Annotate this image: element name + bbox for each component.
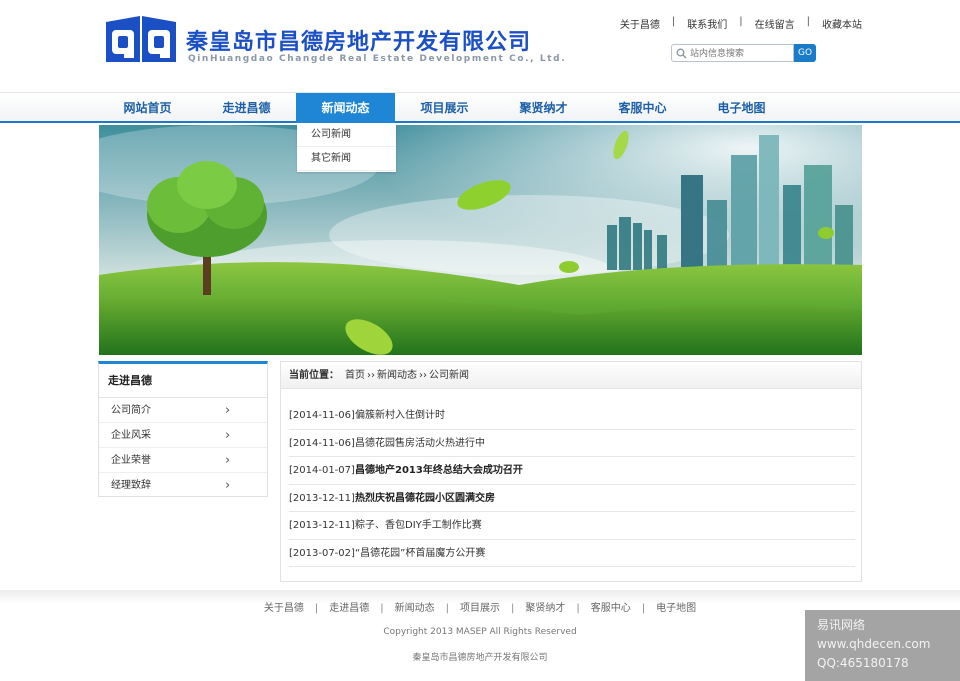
sidebar-item-style[interactable]: 企业风采 › [99, 423, 267, 448]
list-item: [2014-11-06] 偏簇新村入住倒计时 [289, 402, 855, 430]
footer-link-projects[interactable]: 项目展示 [460, 603, 500, 614]
separator: | [445, 603, 449, 614]
main-nav: 网站首页 走进昌德 新闻动态 项目展示 聚贤纳才 客服中心 电子地图 [0, 92, 960, 123]
news-title-link[interactable]: 昌德花园售房活动火热进行中 [355, 430, 485, 457]
chevron-right-icon: › [225, 403, 231, 418]
separator: | [576, 603, 580, 614]
news-title-link[interactable]: “昌德花园”杯首届魔方公开赛 [355, 540, 485, 567]
dropdown-item-company-news[interactable]: 公司新闻 [297, 123, 396, 147]
breadcrumb-separator: ›› [419, 370, 427, 381]
list-item: [2013-07-02] “昌德花园”杯首届魔方公开赛 [289, 540, 855, 567]
footer-link-service[interactable]: 客服中心 [591, 603, 631, 614]
separator: | [314, 603, 319, 614]
separator: | [641, 603, 646, 614]
nav-projects[interactable]: 项目展示 [395, 93, 494, 123]
sidebar-item-label: 公司简介 [111, 405, 151, 416]
site-search: GO [671, 44, 816, 62]
sidebar: 走进昌德 公司简介 › 企业风采 › 企业荣誉 › 经理致辞 › [98, 361, 268, 497]
nav-news[interactable]: 新闻动态 [296, 93, 395, 123]
logo-mark-icon [106, 16, 176, 62]
breadcrumb-company-news: 公司新闻 [429, 370, 469, 381]
nav-map[interactable]: 电子地图 [692, 93, 791, 123]
chevron-right-icon: › [225, 453, 231, 468]
chevron-right-icon: › [225, 478, 231, 493]
list-item: [2014-01-07] 昌德地产2013年终总结大会成功召开 [289, 457, 855, 485]
separator: | [511, 603, 515, 614]
watermark-line: QQ:465180178 [817, 656, 909, 670]
news-title-link[interactable]: 热烈庆祝昌德花园小区圆满交房 [355, 485, 495, 512]
site-logo[interactable]: 秦皇岛市昌德房地产开发有限公司 QinHuangdao Changde Real… [104, 16, 565, 70]
sidebar-title: 走进昌德 [99, 364, 267, 398]
footer-link-careers[interactable]: 聚贤纳才 [525, 603, 565, 614]
breadcrumb-home[interactable]: 首页 [345, 362, 365, 388]
news-date: [2013-07-02] [289, 547, 355, 559]
breadcrumb-label: 当前位置： [289, 370, 339, 381]
separator: | [739, 16, 743, 27]
news-dropdown: 公司新闻 其它新闻 [297, 123, 396, 172]
separator: | [671, 16, 676, 27]
top-link-message[interactable]: 在线留言 [755, 16, 795, 31]
footer-link-news[interactable]: 新闻动态 [395, 603, 435, 614]
nav-about[interactable]: 走进昌德 [197, 93, 296, 123]
news-title-link[interactable]: 粽子、香包DIY手工制作比赛 [355, 512, 482, 539]
hero-banner [99, 125, 862, 355]
banner-illustration [99, 125, 862, 355]
sidebar-item-label: 企业风采 [111, 430, 151, 441]
separator: | [806, 16, 810, 27]
list-item: [2014-11-06] 昌德花园售房活动火热进行中 [289, 430, 855, 457]
nav-home[interactable]: 网站首页 [98, 93, 197, 123]
top-links: 关于昌德 | 联系我们 | 在线留言 | 收藏本站 [620, 16, 862, 31]
nav-careers[interactable]: 聚贤纳才 [494, 93, 593, 123]
news-title-link[interactable]: 昌德地产2013年终总结大会成功召开 [355, 457, 523, 484]
footer-link-enter[interactable]: 走进昌德 [329, 603, 369, 614]
dropdown-item-other-news[interactable]: 其它新闻 [297, 147, 396, 171]
breadcrumb-separator: ›› [367, 370, 375, 381]
list-item: [2013-12-11] 热烈庆祝昌德花园小区圆满交房 [289, 485, 855, 512]
news-date: [2014-11-06] [289, 410, 355, 421]
list-item: [2013-12-11] 粽子、香包DIY手工制作比赛 [289, 512, 855, 540]
sidebar-item-honors[interactable]: 企业荣誉 › [99, 448, 267, 473]
sidebar-item-label: 经理致辞 [111, 480, 151, 491]
watermark: 易讯网络 www.qhdecen.com QQ:465180178 [805, 610, 960, 681]
news-list: [2014-11-06] 偏簇新村入住倒计时 [2014-11-06] 昌德花园… [289, 402, 855, 567]
footer-link-about[interactable]: 关于昌德 [264, 603, 304, 614]
logo-chinese-name: 秦皇岛市昌德房地产开发有限公司 [186, 30, 532, 55]
top-link-about[interactable]: 关于昌德 [620, 16, 660, 31]
logo-english-name: QinHuangdao Changde Real Estate Developm… [188, 54, 567, 64]
sidebar-item-label: 企业荣誉 [111, 455, 151, 466]
top-link-bookmark[interactable]: 收藏本站 [822, 16, 862, 31]
sidebar-item-manager-speech[interactable]: 经理致辞 › [99, 473, 267, 498]
separator: | [380, 603, 384, 614]
search-icon [676, 48, 687, 59]
news-date: [2014-11-06] [289, 437, 355, 449]
breadcrumb-news[interactable]: 新闻动态 [377, 362, 417, 388]
chevron-right-icon: › [225, 428, 231, 443]
news-date: [2013-12-11] [289, 492, 355, 504]
news-date: [2013-12-11] [289, 520, 355, 531]
news-date: [2014-01-07] [289, 465, 355, 476]
footer-link-map[interactable]: 电子地图 [656, 603, 696, 614]
news-title-link[interactable]: 偏簇新村入住倒计时 [355, 402, 445, 429]
site-header: 秦皇岛市昌德房地产开发有限公司 QinHuangdao Changde Real… [0, 0, 960, 92]
nav-service[interactable]: 客服中心 [593, 93, 692, 123]
search-box [671, 44, 794, 62]
watermark-line: www.qhdecen.com [817, 637, 931, 651]
search-button[interactable]: GO [794, 44, 816, 62]
breadcrumb: 当前位置： 首页 ›› 新闻动态 ›› 公司新闻 [281, 362, 861, 389]
top-link-contact[interactable]: 联系我们 [687, 16, 727, 31]
news-panel: 当前位置： 首页 ›› 新闻动态 ›› 公司新闻 [2014-11-06] 偏簇… [280, 361, 862, 582]
search-input[interactable] [690, 47, 790, 60]
sidebar-item-profile[interactable]: 公司简介 › [99, 398, 267, 423]
watermark-line: 易讯网络 [817, 618, 866, 632]
nav-items: 网站首页 走进昌德 新闻动态 项目展示 聚贤纳才 客服中心 电子地图 [98, 93, 791, 123]
